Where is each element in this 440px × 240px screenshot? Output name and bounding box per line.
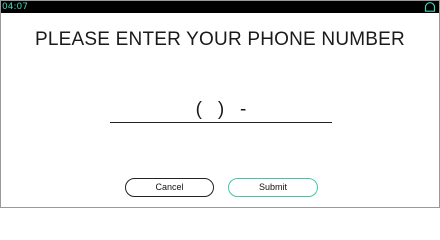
- status-time: 04:07: [2, 2, 28, 12]
- phone-entry-screen: 04:07 PLEASE ENTER YOUR PHONE NUMBER ( )…: [0, 0, 440, 208]
- home-icon[interactable]: [424, 2, 436, 12]
- submit-button[interactable]: Submit: [228, 178, 318, 197]
- cancel-button[interactable]: Cancel: [125, 178, 214, 197]
- page-title: PLEASE ENTER YOUR PHONE NUMBER: [35, 29, 405, 50]
- status-bar: 04:07: [1, 1, 439, 13]
- phone-number-input[interactable]: ( ) -: [110, 97, 332, 123]
